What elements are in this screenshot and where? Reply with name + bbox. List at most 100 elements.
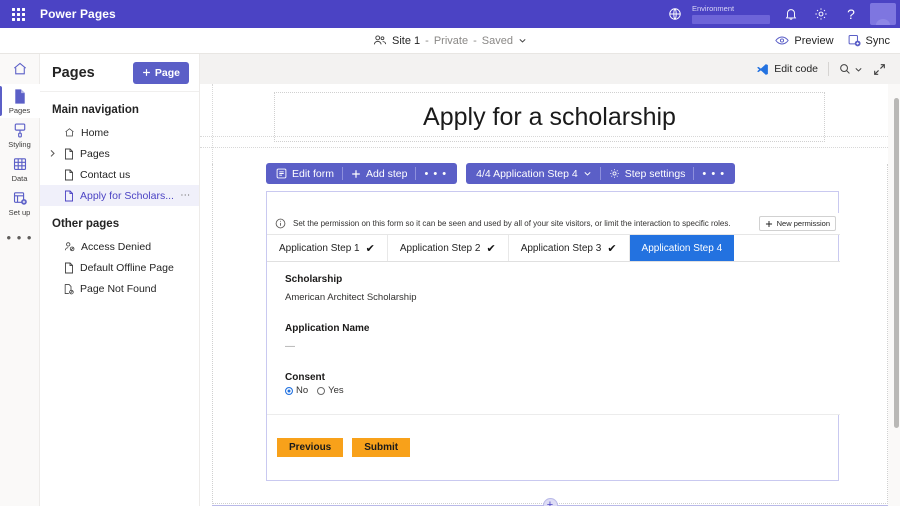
sidebar-item-home[interactable]: Home (40, 122, 199, 143)
chevron-right-icon[interactable] (49, 149, 56, 158)
home-icon (64, 127, 75, 138)
main-navigation-title: Main navigation (40, 92, 199, 122)
radio-button[interactable] (317, 387, 325, 395)
preview-button[interactable]: Preview (775, 35, 833, 47)
consent-option-yes[interactable]: Yes (317, 385, 344, 396)
edit-form-label: Edit form (292, 168, 334, 180)
rail-label-pages: Pages (9, 106, 30, 115)
consent-option-no[interactable]: No (285, 385, 308, 396)
settings-gear-icon[interactable] (806, 0, 836, 28)
tab-application-step-1[interactable]: Application Step 1 ✔ (267, 235, 388, 261)
page-title: Pages (52, 65, 95, 81)
magnifier-icon (839, 63, 851, 75)
plus-icon (765, 220, 773, 228)
step-selector-dropdown[interactable]: 4/4 Application Step 4 (468, 163, 600, 184)
submit-button[interactable]: Submit (352, 438, 410, 457)
consent-option-label: Yes (328, 385, 344, 396)
rail-item-styling[interactable]: Styling (0, 118, 40, 152)
tab-application-step-3[interactable]: Application Step 3 ✔ (509, 235, 630, 261)
sync-button[interactable]: Sync (848, 34, 890, 47)
rail-label-styling: Styling (8, 140, 31, 149)
sidebar-item-label: Default Offline Page (80, 262, 174, 274)
canvas-viewport: Apply for a scholarship Edit form (200, 84, 900, 506)
add-step-button[interactable]: Add step (343, 163, 415, 184)
rail-item-data[interactable]: Data (0, 152, 40, 186)
previous-button[interactable]: Previous (277, 438, 343, 457)
site-people-icon (373, 34, 387, 47)
field-application-name: Application Name — (285, 323, 840, 352)
new-permission-label: New permission (777, 219, 830, 228)
step-settings-label: Step settings (625, 168, 686, 180)
environment-label: Environment (692, 4, 770, 13)
more-options-icon[interactable]: ⋯ (180, 190, 191, 201)
rail-item-setup[interactable]: Set up (0, 186, 40, 220)
sidebar-item-apply-for-scholarship[interactable]: Apply for Scholars... ⋯ (40, 185, 199, 206)
site-visibility: Private (434, 35, 468, 47)
step-settings-button[interactable]: Step settings (601, 163, 694, 184)
sidebar-item-page-not-found[interactable]: Page Not Found (40, 278, 199, 299)
environment-globe-icon[interactable] (660, 0, 690, 28)
vs-code-icon (756, 63, 769, 76)
permission-notification-bar: Set the permission on this form so it ca… (267, 213, 840, 235)
sidebar-item-pages[interactable]: Pages (40, 143, 199, 164)
page-document-icon (64, 190, 74, 202)
chevron-down-icon (583, 169, 592, 178)
rail-more-options-icon[interactable]: • • • (7, 220, 33, 245)
sidebar-item-label: Contact us (80, 169, 130, 181)
form-toolbar-left-group: Edit form Add step • • • (266, 163, 457, 184)
tab-application-step-4[interactable]: Application Step 4 (630, 235, 735, 261)
add-step-label: Add step (366, 168, 407, 180)
form-icon (276, 168, 287, 179)
page-heading-text: Apply for a scholarship (423, 103, 676, 132)
paint-brush-icon (12, 122, 28, 139)
checkmark-icon: ✔ (607, 242, 616, 255)
field-value: — (285, 341, 840, 352)
pages-panel-header: Pages Page (40, 54, 199, 92)
consent-option-label: No (296, 385, 308, 396)
rail-item-pages[interactable]: Pages (0, 84, 40, 118)
sidebar-item-label: Home (81, 127, 109, 139)
canvas-vertical-scrollbar[interactable] (894, 98, 899, 428)
field-scholarship: Scholarship American Architect Scholarsh… (285, 274, 840, 303)
rail-item-home[interactable] (0, 56, 40, 80)
permission-message: Set the permission on this form so it ca… (293, 219, 752, 229)
plus-icon (142, 68, 151, 77)
notifications-bell-icon[interactable] (776, 0, 806, 28)
sidebar-item-access-denied[interactable]: Access Denied (40, 236, 199, 257)
edit-code-button[interactable]: Edit code (756, 63, 818, 76)
consent-radio-group: No Yes (285, 385, 840, 396)
tab-application-step-2[interactable]: Application Step 2 ✔ (388, 235, 509, 261)
help-question-icon[interactable]: ? (836, 0, 866, 28)
field-label: Application Name (285, 323, 840, 334)
expand-diagonal-icon[interactable] (873, 63, 886, 76)
page-heading-row: Apply for a scholarship (212, 90, 888, 145)
suite-header-bar: Power Pages Environment ? (0, 0, 900, 28)
sidebar-item-contact-us[interactable]: Contact us (40, 164, 199, 185)
canvas-guide-row-2 (200, 147, 900, 148)
step-overflow-menu-icon[interactable]: • • • (694, 168, 733, 180)
page-document-icon (64, 169, 74, 181)
page-heading-block[interactable]: Apply for a scholarship (274, 92, 825, 142)
rail-label-setup: Set up (9, 208, 31, 217)
sidebar-item-default-offline-page[interactable]: Default Offline Page (40, 257, 199, 278)
add-page-label: Page (155, 67, 180, 79)
new-permission-button[interactable]: New permission (759, 216, 836, 231)
environment-value-redacted[interactable] (692, 15, 770, 24)
add-section-plus-icon[interactable]: + (543, 498, 558, 506)
add-section-control: + (212, 498, 888, 506)
canvas-toolbar: Edit code (200, 54, 900, 84)
site-save-state: Saved (482, 35, 513, 47)
chevron-down-icon[interactable] (518, 36, 527, 45)
checkmark-icon: ✔ (366, 242, 375, 255)
edit-form-button[interactable]: Edit form (268, 163, 342, 184)
zoom-control[interactable] (839, 63, 863, 75)
app-launcher-icon[interactable] (0, 0, 36, 28)
avatar[interactable] (866, 0, 900, 28)
form-overflow-menu-icon[interactable]: • • • (416, 168, 455, 180)
other-pages-title: Other pages (40, 206, 199, 236)
add-page-button[interactable]: Page (133, 62, 189, 84)
radio-button[interactable] (285, 387, 293, 395)
environment-switcher[interactable]: Environment (660, 0, 770, 28)
rail-label-data: Data (12, 174, 28, 183)
site-selector[interactable]: Site 1 - Private - Saved (373, 34, 527, 47)
